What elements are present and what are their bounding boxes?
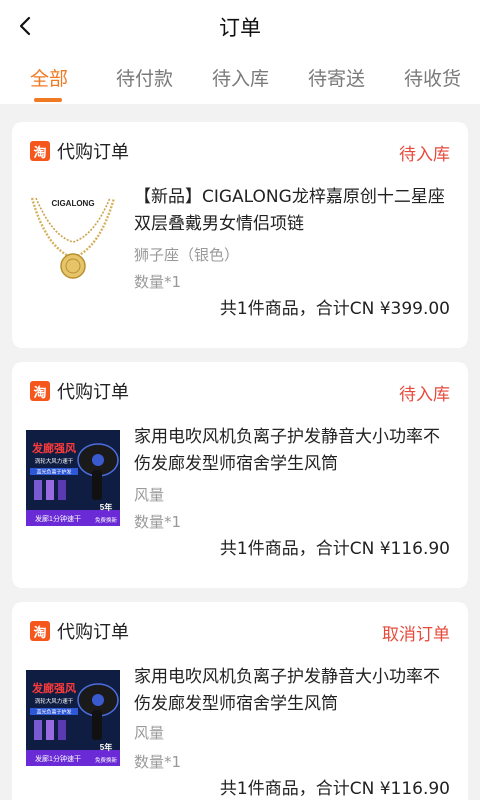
taobao-icon: 淘 — [30, 141, 50, 161]
order-card[interactable]: 淘 代购订单 待入库 CIGALONG 【新品】CIGALONG龙梓嘉原创十二星… — [12, 122, 468, 348]
product-name[interactable]: 【新品】CIGALONG龙梓嘉原创十二星座双层叠戴男女情侣项链 — [134, 184, 450, 238]
order-header: 淘 代购订单 — [30, 618, 129, 644]
order-total: 共1件商品，合计CN ¥116.90 — [219, 779, 450, 799]
svg-text:发廊强风: 发廊强风 — [31, 681, 76, 695]
svg-text:免费换新: 免费换新 — [95, 516, 118, 524]
order-header: 淘 代购订单 — [30, 378, 129, 404]
order-card[interactable]: 淘 代购订单 待入库 发廊强风 涡轮大风力速干 蓝光负离子护发 发廊1分钟速干 … — [12, 362, 468, 588]
svg-text:发廊1分钟速干: 发廊1分钟速干 — [35, 514, 81, 523]
product-qty: 数量*1 — [134, 273, 182, 291]
product-spec: 狮子座（银色） — [134, 246, 240, 264]
order-card[interactable]: 淘 代购订单 取消订单 发廊强风 涡轮大风力速干 蓝光负离子护发 发廊1分钟速干… — [12, 602, 468, 800]
taobao-icon: 淘 — [30, 621, 50, 641]
svg-text:蓝光负离子护发: 蓝光负离子护发 — [36, 709, 71, 716]
tab-all[interactable]: 全部 — [30, 64, 68, 91]
active-tab-indicator — [34, 98, 62, 102]
tab-pending-receipt[interactable]: 待收货 — [404, 64, 461, 91]
svg-text:蓝光负离子护发: 蓝光负离子护发 — [36, 469, 71, 476]
product-name[interactable]: 家用电吹风机负离子护发静音大小功率不伤发廊发型师宿舍学生风筒 — [134, 664, 450, 718]
tab-pending-storage[interactable]: 待入库 — [212, 64, 269, 91]
order-type: 代购订单 — [57, 142, 129, 163]
product-qty: 数量*1 — [134, 753, 182, 771]
product-name[interactable]: 家用电吹风机负离子护发静音大小功率不伤发廊发型师宿舍学生风筒 — [134, 424, 450, 478]
product-spec: 风量 — [134, 724, 165, 742]
necklace-icon: CIGALONG — [30, 197, 116, 279]
product-qty: 数量*1 — [134, 513, 182, 531]
brand-text: CIGALONG — [51, 199, 94, 208]
order-total: 共1件商品，合计CN ¥116.90 — [219, 539, 450, 559]
svg-text:5年: 5年 — [100, 742, 112, 752]
tab-pending-shipping[interactable]: 待寄送 — [308, 64, 365, 91]
svg-text:涡轮大风力速干: 涡轮大风力速干 — [35, 697, 74, 705]
header: 订单 全部 待付款 待入库 待寄送 待收货 — [0, 0, 480, 104]
order-status: 待入库 — [399, 145, 450, 165]
taobao-icon: 淘 — [30, 381, 50, 401]
product-image[interactable]: 发廊强风 涡轮大风力速干 蓝光负离子护发 发廊1分钟速干 5年 免费换新 — [26, 430, 120, 526]
svg-text:5年: 5年 — [100, 502, 112, 512]
svg-text:发廊1分钟速干: 发廊1分钟速干 — [35, 754, 81, 763]
page-title: 订单 — [219, 16, 261, 40]
product-spec: 风量 — [134, 486, 165, 504]
svg-text:免费换新: 免费换新 — [95, 756, 118, 764]
order-type: 代购订单 — [57, 622, 129, 643]
product-image[interactable]: CIGALONG — [26, 188, 120, 284]
order-header: 淘 代购订单 — [30, 138, 129, 164]
order-type: 代购订单 — [57, 382, 129, 403]
svg-text:涡轮大风力速干: 涡轮大风力速干 — [35, 457, 74, 465]
order-tabs: 全部 待付款 待入库 待寄送 待收货 — [0, 58, 480, 104]
order-status: 待入库 — [399, 385, 450, 405]
hair-dryer-icon: 发廊强风 涡轮大风力速干 蓝光负离子护发 发廊1分钟速干 5年 免费换新 — [26, 670, 120, 766]
svg-text:发廊强风: 发廊强风 — [31, 441, 76, 455]
tab-pending-payment[interactable]: 待付款 — [116, 64, 173, 91]
hair-dryer-icon: 发廊强风 涡轮大风力速干 蓝光负离子护发 发廊1分钟速干 5年 免费换新 — [26, 430, 120, 526]
cancel-order-button[interactable]: 取消订单 — [382, 620, 450, 645]
order-total: 共1件商品，合计CN ¥399.00 — [219, 299, 450, 319]
product-image[interactable]: 发廊强风 涡轮大风力速干 蓝光负离子护发 发廊1分钟速干 5年 免费换新 — [26, 670, 120, 766]
